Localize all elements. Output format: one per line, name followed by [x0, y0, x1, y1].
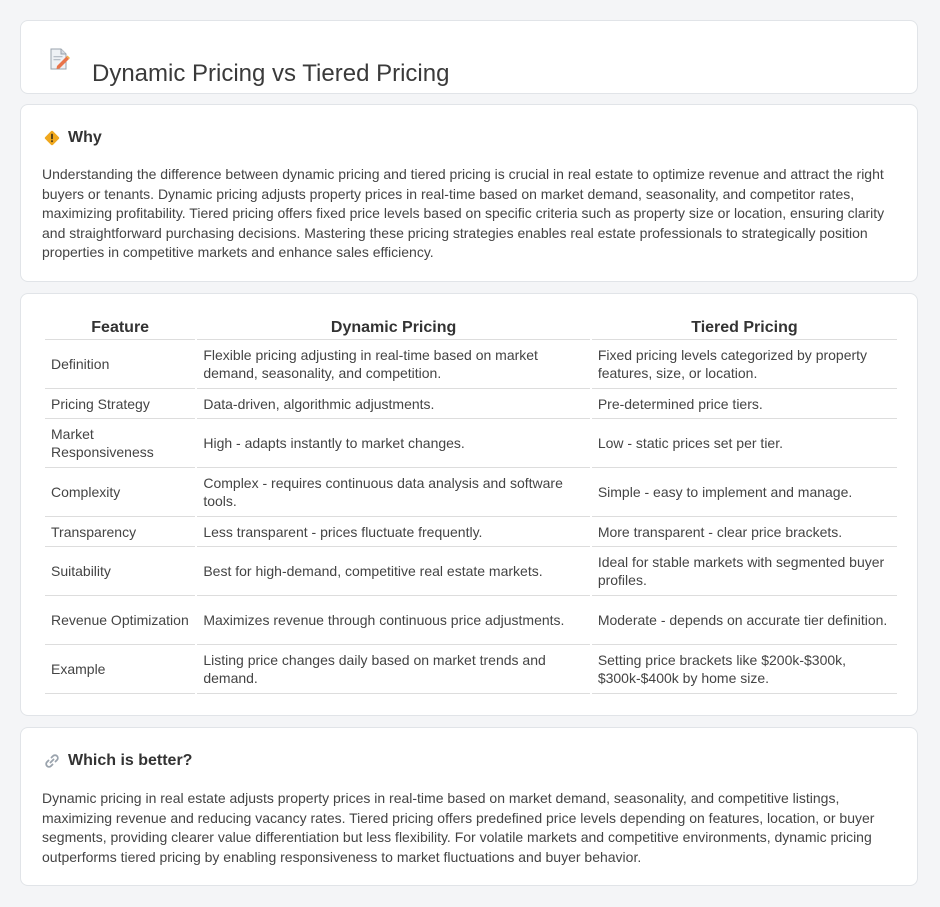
- column-header-dynamic: Dynamic Pricing: [197, 315, 590, 340]
- feature-cell: Market Responsiveness: [45, 419, 196, 468]
- tiered-cell: Pre-determined price tiers.: [591, 389, 897, 419]
- warning-sign-icon: [44, 130, 60, 146]
- dynamic-cell: Less transparent - prices fluctuate freq…: [197, 517, 590, 547]
- feature-cell: Complexity: [45, 468, 196, 517]
- tiered-cell: Moderate - depends on accurate tier defi…: [591, 596, 897, 645]
- tiered-cell: Ideal for stable markets with segmented …: [591, 547, 897, 596]
- dynamic-cell: Best for high-demand, competitive real e…: [197, 547, 590, 596]
- tiered-cell: More transparent - clear price brackets.: [591, 517, 897, 547]
- title-card: Dynamic Pricing vs Tiered Pricing: [20, 20, 918, 94]
- dynamic-cell: Listing price changes daily based on mar…: [197, 645, 590, 694]
- document-pencil-icon: [50, 48, 70, 70]
- why-section: Why Understanding the difference between…: [20, 104, 918, 282]
- dynamic-cell: Data-driven, algorithmic adjustments.: [197, 389, 590, 419]
- table-row: Pricing Strategy Data-driven, algorithmi…: [45, 389, 897, 419]
- table-row: Definition Flexible pricing adjusting in…: [45, 340, 897, 389]
- why-heading: Why: [43, 127, 102, 149]
- column-header-feature: Feature: [45, 315, 196, 340]
- feature-cell: Suitability: [45, 547, 196, 596]
- feature-cell: Transparency: [45, 517, 196, 547]
- table-row: Transparency Less transparent - prices f…: [45, 517, 897, 547]
- tiered-cell: Fixed pricing levels categorized by prop…: [591, 340, 897, 389]
- feature-cell: Definition: [45, 340, 196, 389]
- table-row: Revenue Optimization Maximizes revenue t…: [45, 596, 897, 645]
- column-header-tiered: Tiered Pricing: [591, 315, 897, 340]
- why-heading-text: Why: [68, 129, 102, 146]
- feature-cell: Example: [45, 645, 196, 694]
- feature-cell: Pricing Strategy: [45, 389, 196, 419]
- table-row: Market Responsiveness High - adapts inst…: [45, 419, 897, 468]
- why-text: Understanding the difference between dyn…: [42, 166, 885, 260]
- comparison-table-card: Feature Dynamic Pricing Tiered Pricing D…: [20, 293, 918, 716]
- better-text: Dynamic pricing in real estate adjusts p…: [42, 790, 875, 865]
- page-title: Dynamic Pricing vs Tiered Pricing: [92, 60, 450, 88]
- feature-cell: Revenue Optimization: [45, 596, 196, 645]
- tiered-cell: Simple - easy to implement and manage.: [591, 468, 897, 517]
- dynamic-cell: Flexible pricing adjusting in real-time …: [197, 340, 590, 389]
- dynamic-cell: High - adapts instantly to market change…: [197, 419, 590, 468]
- table-row: Example Listing price changes daily base…: [45, 645, 897, 694]
- better-heading-text: Which is better?: [68, 752, 193, 769]
- comparison-table: Feature Dynamic Pricing Tiered Pricing D…: [43, 315, 899, 694]
- link-icon: [45, 754, 59, 768]
- dynamic-cell: Maximizes revenue through continuous pri…: [197, 596, 590, 645]
- table-row: Complexity Complex - requires continuous…: [45, 468, 897, 517]
- table-header-row: Feature Dynamic Pricing Tiered Pricing: [45, 315, 897, 340]
- table-row: Suitability Best for high-demand, compet…: [45, 547, 897, 596]
- which-is-better-section: Which is better? Dynamic pricing in real…: [20, 727, 918, 886]
- better-heading: Which is better?: [43, 750, 192, 772]
- tiered-cell: Setting price brackets like $200k-$300k,…: [591, 645, 897, 694]
- dynamic-cell: Complex - requires continuous data analy…: [197, 468, 590, 517]
- tiered-cell: Low - static prices set per tier.: [591, 419, 897, 468]
